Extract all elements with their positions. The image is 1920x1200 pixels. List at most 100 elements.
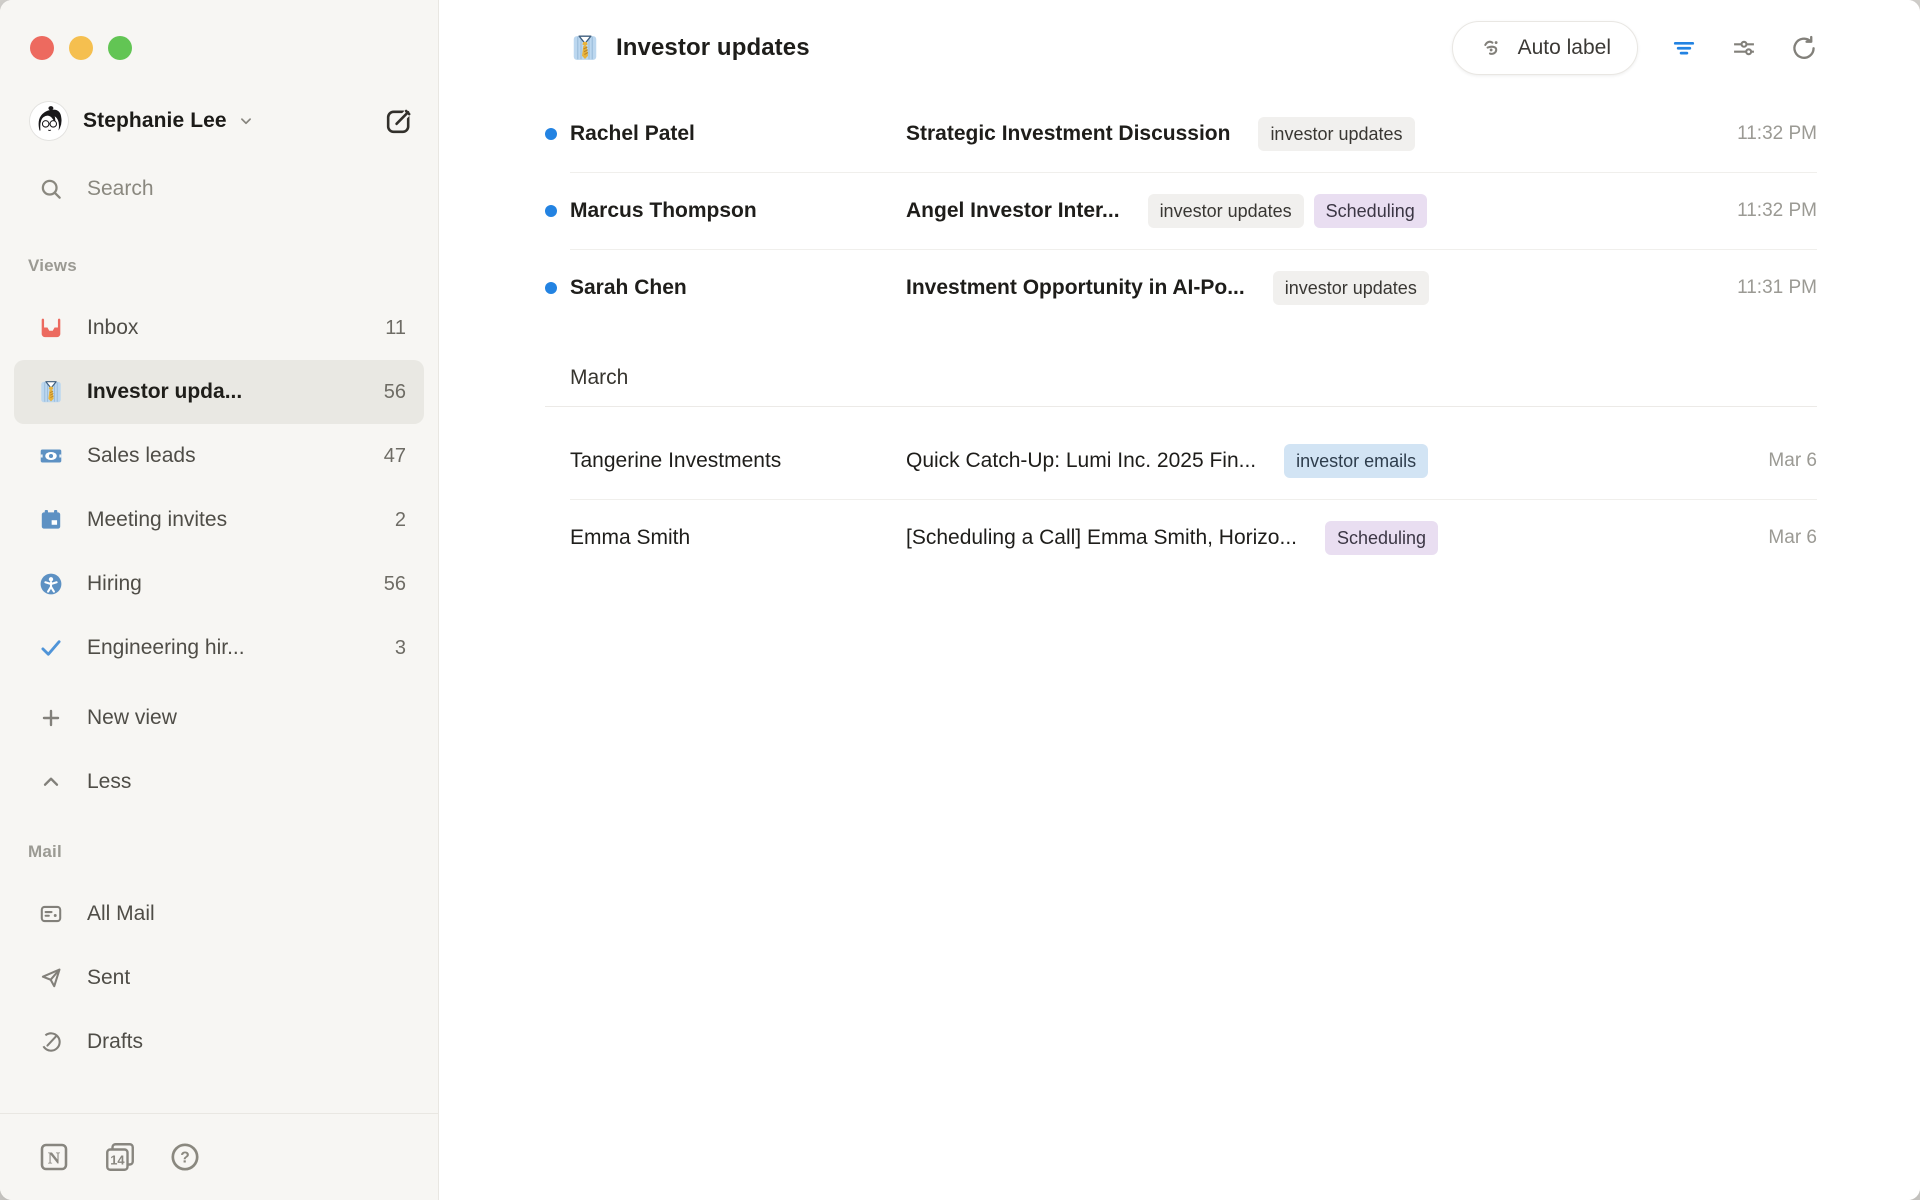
auto-label-button[interactable]: Auto label [1452, 21, 1638, 75]
window-controls [0, 0, 438, 60]
unread-count: 3 [395, 637, 406, 660]
page-title: Investor updates [616, 34, 810, 62]
sidebar-item-inbox[interactable]: Inbox 11 [14, 296, 424, 360]
email-sender: Rachel Patel [570, 122, 906, 146]
email-time: 11:32 PM [1717, 123, 1817, 145]
email-row[interactable]: Rachel Patel Strategic Investment Discus… [439, 96, 1920, 172]
email-subject: Investment Opportunity in AI-Po... [906, 276, 1245, 300]
help-icon[interactable]: ? [168, 1139, 204, 1175]
email-row[interactable]: Marcus Thompson Angel Investor Inter... … [439, 173, 1920, 249]
search-icon [38, 176, 64, 202]
read-dot-placeholder [545, 455, 557, 467]
email-subject: Angel Investor Inter... [906, 199, 1120, 223]
account-switcher[interactable]: Stephanie Lee [30, 102, 414, 140]
mail-list: All Mail Sent Drafts [0, 882, 438, 1074]
email-row[interactable]: Tangerine Investments Quick Catch-Up: Lu… [439, 423, 1920, 499]
unread-dot [545, 282, 557, 294]
unread-dot [545, 205, 557, 217]
tag-investor-updates[interactable]: investor updates [1273, 271, 1429, 305]
main-panel: Investor updates Auto label [439, 0, 1920, 1200]
chevron-up-icon [38, 769, 64, 795]
email-sender: Sarah Chen [570, 276, 906, 300]
email-list: Rachel Patel Strategic Investment Discus… [439, 96, 1920, 1200]
calendar-icon [38, 507, 64, 533]
email-tags: investor updates Scheduling [1148, 194, 1427, 228]
views-list: Inbox 11 Investor upda... 56 [0, 296, 438, 814]
email-tags: investor updates [1258, 117, 1414, 151]
banknote-icon [38, 443, 64, 469]
notion-logo-icon[interactable]: N [36, 1139, 72, 1175]
minimize-window-button[interactable] [69, 36, 93, 60]
email-row[interactable]: Emma Smith [Scheduling a Call] Emma Smit… [439, 500, 1920, 576]
search-label: Search [87, 177, 154, 201]
email-subject: Strategic Investment Discussion [906, 122, 1230, 146]
email-sender: Emma Smith [570, 526, 906, 550]
inbox-icon [38, 315, 64, 341]
email-sender: Marcus Thompson [570, 199, 906, 223]
unread-count: 47 [384, 445, 406, 468]
user-name: Stephanie Lee [83, 109, 227, 133]
email-time: Mar 6 [1748, 450, 1817, 472]
compose-button[interactable] [383, 106, 414, 137]
unread-count: 11 [385, 317, 406, 340]
app-window: Stephanie Lee Search [0, 0, 1920, 1200]
chevron-down-icon [237, 112, 255, 130]
refresh-icon[interactable] [1790, 34, 1818, 62]
sidebar-item-drafts[interactable]: Drafts [14, 1010, 424, 1074]
sidebar-item-sent[interactable]: Sent [14, 946, 424, 1010]
sidebar-item-sales-leads[interactable]: Sales leads 47 [14, 424, 424, 488]
svg-text:N: N [48, 1149, 61, 1168]
sidebar-item-label: Hiring [87, 572, 142, 596]
tag-scheduling[interactable]: Scheduling [1325, 521, 1438, 555]
necktie-icon [570, 33, 600, 63]
notion-calendar-icon[interactable]: 14 [102, 1139, 138, 1175]
sidebar-footer: N 14 ? [0, 1113, 438, 1200]
view-actions: New view Less [14, 686, 424, 814]
sent-icon [38, 965, 64, 991]
auto-label-icon [1479, 35, 1505, 61]
email-tags: investor emails [1284, 444, 1428, 478]
tag-scheduling[interactable]: Scheduling [1314, 194, 1427, 228]
sidebar-item-label: Sales leads [87, 444, 196, 468]
new-view-button[interactable]: New view [14, 686, 424, 750]
view-header: Investor updates Auto label [439, 0, 1920, 96]
search-button[interactable]: Search [38, 176, 438, 202]
unread-count: 2 [395, 509, 406, 532]
less-label: Less [87, 770, 131, 794]
auto-label-button-label: Auto label [1518, 36, 1611, 60]
sidebar-item-investor-updates[interactable]: Investor upda... 56 [14, 360, 424, 424]
less-button[interactable]: Less [14, 750, 424, 814]
avatar [30, 102, 68, 140]
email-row[interactable]: Sarah Chen Investment Opportunity in AI-… [439, 250, 1920, 326]
email-subject: Quick Catch-Up: Lumi Inc. 2025 Fin... [906, 449, 1256, 473]
drafts-icon [38, 1029, 64, 1055]
sidebar-item-label: Investor upda... [87, 380, 242, 404]
email-subject: [Scheduling a Call] Emma Smith, Horizo..… [906, 526, 1297, 550]
sidebar-item-engineering-hiring[interactable]: Engineering hir... 3 [14, 616, 424, 680]
sidebar-item-hiring[interactable]: Hiring 56 [14, 552, 424, 616]
zoom-window-button[interactable] [108, 36, 132, 60]
sidebar-item-label: Meeting invites [87, 508, 227, 532]
sidebar-item-all-mail[interactable]: All Mail [14, 882, 424, 946]
sidebar-item-meeting-invites[interactable]: Meeting invites 2 [14, 488, 424, 552]
tag-investor-emails[interactable]: investor emails [1284, 444, 1428, 478]
march-group: Tangerine Investments Quick Catch-Up: Lu… [439, 407, 1920, 576]
svg-text:14: 14 [110, 1153, 125, 1168]
checkmark-icon [38, 635, 64, 661]
sidebar: Stephanie Lee Search [0, 0, 439, 1200]
sliders-icon[interactable] [1730, 34, 1758, 62]
necktie-icon [38, 379, 64, 405]
unread-count: 56 [384, 381, 406, 404]
email-tags: Scheduling [1325, 521, 1438, 555]
email-time: 11:32 PM [1717, 200, 1817, 222]
close-window-button[interactable] [30, 36, 54, 60]
email-sender: Tangerine Investments [570, 449, 906, 473]
new-view-label: New view [87, 706, 177, 730]
tag-investor-updates[interactable]: investor updates [1148, 194, 1304, 228]
filter-icon[interactable] [1670, 34, 1698, 62]
tag-investor-updates[interactable]: investor updates [1258, 117, 1414, 151]
sidebar-item-label: Sent [87, 966, 130, 990]
views-section-label: Views [28, 256, 438, 276]
sidebar-item-label: All Mail [87, 902, 155, 926]
sidebar-item-label: Engineering hir... [87, 636, 245, 660]
